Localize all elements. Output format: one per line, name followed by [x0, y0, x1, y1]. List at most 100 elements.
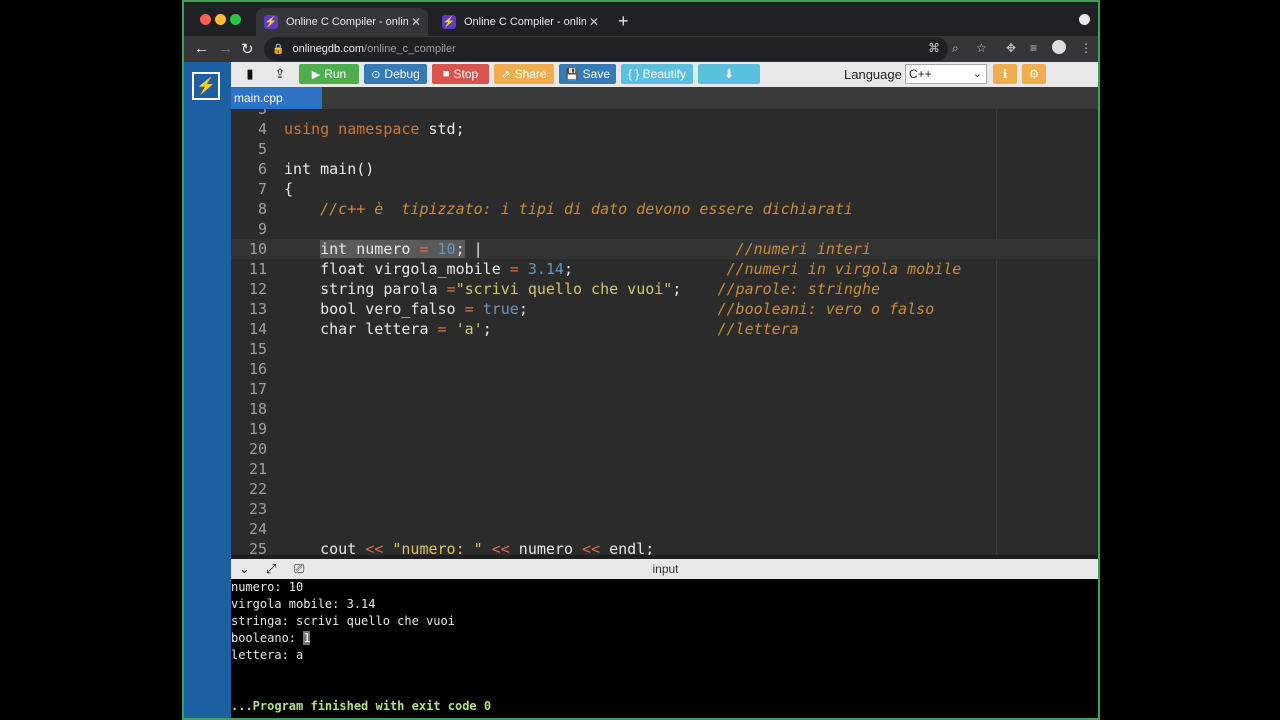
run-button[interactable]: ▶ Run — [299, 64, 359, 84]
debug-label: Debug — [384, 67, 420, 81]
code-line: 14 char lettera = 'a'; //lettera — [231, 319, 1098, 339]
line-number: 3 — [257, 109, 267, 118]
line-number: 14 — [248, 320, 267, 338]
reading-list-icon[interactable]: ≡ — [1030, 41, 1037, 55]
save-label: Save — [582, 67, 611, 81]
io-panel-header: ⌄ ⤢ ⎚ input — [231, 559, 1098, 579]
back-icon[interactable]: ← — [194, 40, 209, 57]
address-bar[interactable]: 🔒 onlinegdb.com /online_c_compiler — [264, 37, 948, 61]
line-number: 4 — [257, 120, 267, 138]
code-line: 19 — [231, 419, 1098, 439]
line-number: 15 — [248, 340, 267, 358]
close-window-icon[interactable] — [200, 14, 211, 25]
onlinegdb-app: ⚡ ▮ ⇪ ▶ Run ⊙ Debug ■ Stop ⇗ Share 💾 Save { }… — [184, 62, 1098, 718]
bookmark-star-icon[interactable]: ☆ — [976, 41, 987, 55]
code-line: 23 — [231, 499, 1098, 519]
output-console[interactable]: numero: 10 virgola mobile: 3.14 stringa:… — [231, 579, 1098, 718]
exit-status: ...Program finished with exit code 0 — [231, 699, 492, 713]
line-number: 8 — [257, 200, 267, 218]
zoom-icon[interactable]: ⌕ — [952, 41, 959, 56]
language-value: C++ — [909, 67, 932, 81]
close-tab-icon[interactable]: ✕ — [408, 15, 424, 29]
line-number: 22 — [248, 480, 267, 498]
code-line: 4 using namespace std; — [231, 119, 1098, 139]
reload-icon[interactable]: ↻ — [241, 40, 254, 58]
close-tab-icon[interactable]: ✕ — [586, 15, 602, 29]
url-path: /online_c_compiler — [364, 43, 456, 55]
run-label: Run — [324, 67, 347, 81]
console-line: numero: 10 — [231, 580, 304, 594]
code-line: 3 — [231, 109, 1098, 119]
beautify-button[interactable]: { } Beautify — [621, 64, 693, 84]
translate-icon[interactable]: ⌘ — [928, 41, 940, 55]
browser-window: ⚡ Online C Compiler - online edi ✕ ⚡ Onl… — [182, 0, 1100, 720]
line-number: 23 — [248, 500, 267, 518]
code-line: 15 — [231, 339, 1098, 359]
maximize-window-icon[interactable] — [230, 14, 241, 25]
code-line: 22 — [231, 479, 1098, 499]
line-number: 11 — [248, 260, 267, 278]
file-tab-label: main.cpp — [234, 91, 283, 105]
line-number: 18 — [248, 400, 267, 418]
input-tab-label[interactable]: input — [231, 562, 1098, 576]
save-icon: 💾 — [564, 68, 579, 81]
line-number: 12 — [248, 280, 267, 298]
tab-search-icon[interactable] — [1079, 14, 1090, 25]
console-line: lettera: a — [231, 648, 304, 662]
stop-button[interactable]: ■ Stop — [432, 64, 489, 84]
extensions-icon[interactable]: ✥ — [1006, 41, 1016, 55]
line-number: 21 — [248, 460, 267, 478]
console-line: booleano: 1 — [231, 630, 311, 647]
console-line: stringa: scrivi quello che vuoi — [231, 614, 455, 628]
new-tab-icon[interactable]: + — [618, 11, 629, 32]
download-icon: ⬇ — [723, 67, 735, 81]
bolt-icon: ⚡ — [442, 15, 456, 29]
debug-icon: ⊙ — [371, 68, 381, 81]
code-line: 17 — [231, 379, 1098, 399]
code-line: 21 — [231, 459, 1098, 479]
play-icon: ▶ — [311, 68, 321, 81]
stop-icon: ■ — [442, 68, 450, 80]
bolt-logo-icon[interactable]: ⚡ — [192, 72, 220, 100]
file-tabs: main.cpp — [231, 87, 1098, 109]
url-host: onlinegdb.com — [292, 43, 365, 55]
code-line: 24 — [231, 519, 1098, 539]
download-button[interactable]: ⬇ — [698, 64, 760, 84]
browser-tab-1[interactable]: ⚡ Online C Compiler - online edi ✕ — [256, 8, 428, 36]
minimize-window-icon[interactable] — [215, 14, 226, 25]
more-menu-icon[interactable]: ⋮ — [1080, 41, 1092, 55]
beautify-label: { } Beautify — [627, 67, 687, 81]
code-line: 25 cout << "numero: " << numero << endl; — [231, 539, 1098, 555]
share-button[interactable]: ⇗ Share — [494, 64, 554, 84]
code-line: 7{ — [231, 179, 1098, 199]
browser-tab-2[interactable]: ⚡ Online C Compiler - online edi ✕ — [434, 8, 606, 36]
language-label: Language — [844, 67, 902, 82]
chevron-down-icon: ⌄ — [972, 68, 982, 80]
lock-icon: 🔒 — [272, 43, 285, 55]
line-number: 13 — [248, 300, 267, 318]
info-icon: ℹ — [1002, 67, 1008, 81]
stop-label: Stop — [453, 67, 479, 81]
profile-avatar-icon[interactable] — [1052, 40, 1066, 54]
line-number: 17 — [248, 380, 267, 398]
new-file-icon[interactable]: ▮ — [239, 65, 261, 83]
tab-title: Online C Compiler - online edi — [464, 16, 586, 28]
gear-icon: ⚙ — [1028, 67, 1040, 81]
file-tab-main[interactable]: main.cpp — [231, 87, 322, 109]
code-line: 6 int main() — [231, 159, 1098, 179]
code-line: 20 — [231, 439, 1098, 459]
code-editor[interactable]: 3 4 using namespace std; 5 6 int main() 7{… — [231, 109, 1098, 555]
forward-icon[interactable]: → — [218, 40, 233, 57]
info-button[interactable]: ℹ — [993, 64, 1017, 84]
line-number: 9 — [257, 220, 267, 238]
code-line: 9 — [231, 219, 1098, 239]
settings-button[interactable]: ⚙ — [1022, 64, 1046, 84]
tab-title: Online C Compiler - online edi — [286, 16, 408, 28]
language-select[interactable]: C++ ⌄ — [905, 64, 987, 84]
code-line: 5 — [231, 139, 1098, 159]
code-line: 8 //c++ è tipizzato: i tipi di dato devo… — [231, 199, 1098, 219]
upload-icon[interactable]: ⇪ — [269, 65, 291, 83]
save-button[interactable]: 💾 Save — [559, 64, 616, 84]
debug-button[interactable]: ⊙ Debug — [364, 64, 427, 84]
line-number: 10 — [248, 240, 267, 258]
